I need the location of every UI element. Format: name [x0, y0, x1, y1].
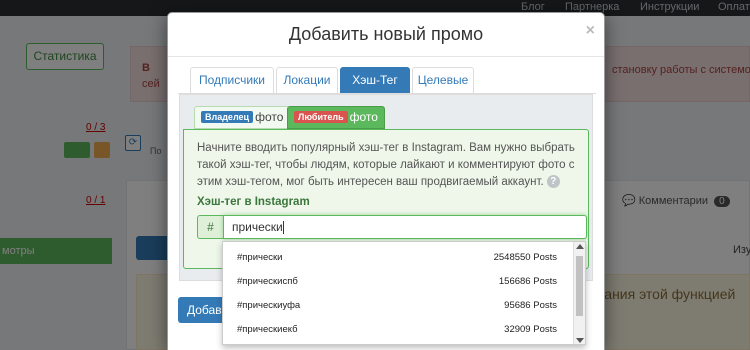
subtab-owner-photo[interactable]: Владелец фото [194, 106, 291, 129]
hashtag-description: Начните вводить популярный хэш-тег в Ins… [197, 140, 589, 191]
suggestion-post-count: 156686 Posts [498, 276, 557, 287]
scrollbar-thumb[interactable] [576, 256, 583, 316]
suggestion-post-count: 95686 Posts [504, 300, 557, 311]
suggestion-hashtag: #прически [237, 252, 283, 263]
hashtag-input-value: прически [232, 220, 283, 234]
suggestion-hashtag: #прическиспб [237, 276, 298, 287]
subtab-liker-photo[interactable]: Любитель фото [287, 106, 385, 129]
text-caret [282, 221, 284, 235]
suggestion-hashtag: #прическиекб [237, 324, 298, 335]
dropdown-scrollbar[interactable] [573, 242, 585, 344]
modal-header: Добавить новый промо × [168, 13, 604, 57]
suggestion-item[interactable]: #прически 2548550 Posts [223, 244, 573, 268]
owner-badge: Владелец [201, 110, 254, 123]
add-button[interactable]: Добавить [178, 297, 224, 323]
help-icon[interactable]: ? [546, 175, 560, 189]
suggestion-hashtag: #прическиуфа [237, 300, 301, 311]
subtab-liker-text: фото [349, 110, 378, 124]
tab-locations[interactable]: Локации [276, 67, 338, 94]
hashtag-suggestions-dropdown: #прически 2548550 Posts #прическиспб 156… [222, 241, 586, 345]
suggestion-item[interactable]: #прическиекб 32909 Posts [223, 316, 573, 340]
description-text: Начните вводить популярный хэш-тег в Ins… [197, 142, 575, 188]
scroll-down-icon[interactable] [576, 338, 584, 343]
tab-subscribers[interactable]: Подписчики [190, 67, 274, 94]
suggestion-post-count: 2548550 Posts [493, 252, 557, 263]
suggestion-post-count: 32909 Posts [504, 324, 557, 335]
close-icon[interactable]: × [586, 22, 595, 40]
tab-hashtag[interactable]: Хэш-Тег [340, 67, 410, 94]
suggestion-item[interactable]: #прическиспб 156686 Posts [223, 268, 573, 292]
subtab-owner-text: фото [255, 110, 284, 124]
suggestion-item[interactable]: #прическиуфа 95686 Posts [223, 292, 573, 316]
modal-title: Добавить новый промо [288, 24, 484, 44]
hashtag-input[interactable]: прически [223, 215, 587, 239]
tab-targeted[interactable]: Целевые [412, 67, 474, 94]
hashtag-field-label: Хэш-тег в Instagram [197, 196, 310, 208]
hash-symbol-addon: # [197, 215, 223, 239]
liker-badge: Любитель [294, 110, 348, 123]
scroll-up-icon[interactable] [576, 244, 584, 249]
